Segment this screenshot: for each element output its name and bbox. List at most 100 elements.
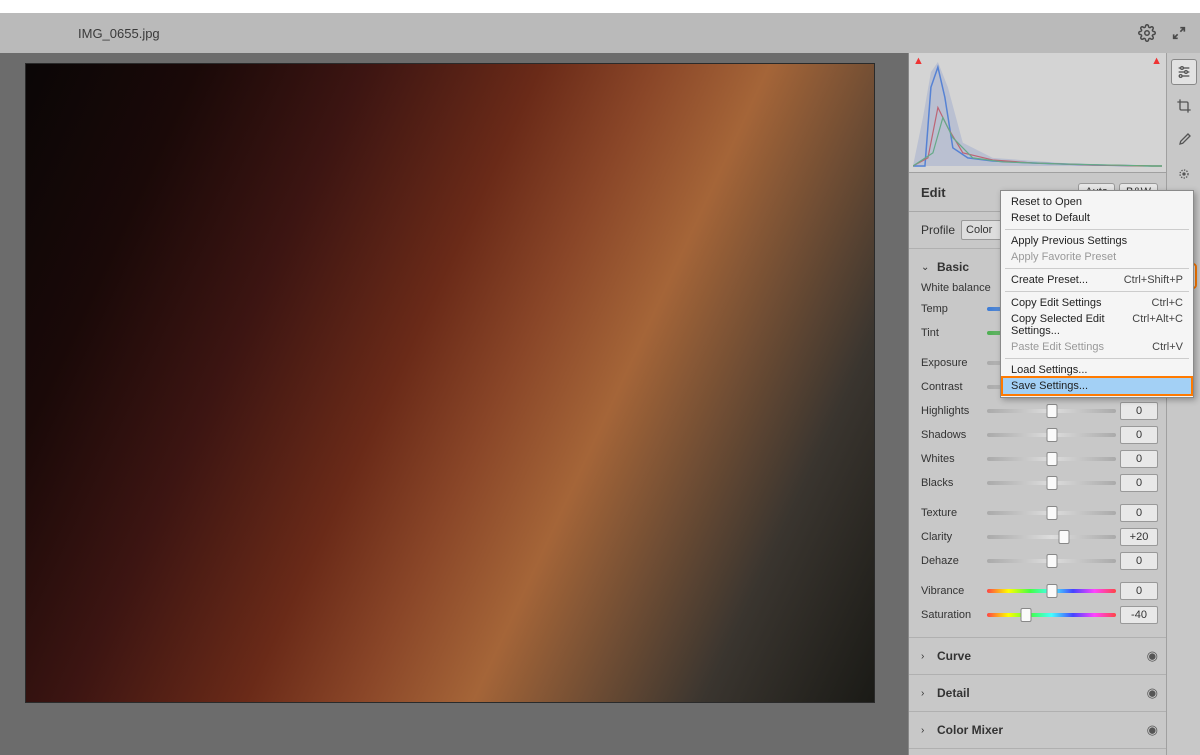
slider-row-whites: Whites 0: [921, 447, 1158, 471]
slider-row-saturation: Saturation -40: [921, 603, 1158, 627]
slider-thumb[interactable]: [1059, 530, 1070, 544]
menu-item-shortcut: Ctrl+C: [1152, 297, 1183, 309]
slider-label: Contrast: [921, 381, 983, 393]
slider-track[interactable]: [987, 481, 1116, 485]
highlight-clip-icon[interactable]: ▲: [1151, 55, 1162, 67]
toolstrip: [1166, 53, 1200, 755]
slider-thumb[interactable]: [1046, 404, 1057, 418]
slider-track[interactable]: [987, 535, 1116, 539]
menu-separator: [1005, 291, 1189, 292]
slider-value[interactable]: 0: [1120, 582, 1158, 600]
profile-label: Profile: [921, 223, 955, 237]
expand-icon[interactable]: [1166, 20, 1192, 46]
slider-value[interactable]: -40: [1120, 606, 1158, 624]
section-head[interactable]: ›Detail◉: [921, 681, 1158, 705]
slider-value[interactable]: 0: [1120, 450, 1158, 468]
section-head[interactable]: › Color Mixer◉: [921, 718, 1158, 742]
slider-row-shadows: Shadows 0: [921, 423, 1158, 447]
slider-track[interactable]: [987, 511, 1116, 515]
eyedropper-icon[interactable]: [1171, 127, 1197, 153]
menu-item-shortcut: Ctrl+Alt+C: [1132, 313, 1183, 337]
section-detail: ›Detail◉: [909, 675, 1166, 712]
slider-value[interactable]: 0: [1120, 474, 1158, 492]
slider-label: Whites: [921, 453, 983, 465]
section-head[interactable]: ›Curve◉: [921, 644, 1158, 668]
slider-label: Saturation: [921, 609, 983, 621]
histogram[interactable]: ▲ ▲: [909, 53, 1166, 173]
menu-item-label: Copy Edit Settings: [1011, 297, 1102, 309]
menu-item-label: Apply Favorite Preset: [1011, 251, 1116, 263]
slider-value[interactable]: 0: [1120, 552, 1158, 570]
slider-row-clarity: Clarity +20: [921, 525, 1158, 549]
window-top-strip: [0, 0, 1200, 13]
edit-panel: ▲ ▲ Edit Auto B&W Profile Color ▾: [908, 53, 1166, 755]
slider-label: Dehaze: [921, 555, 983, 567]
header-bar: IMG_0655.jpg: [0, 13, 1200, 53]
menu-item-paste-edit-settings: Paste Edit SettingsCtrl+V: [1001, 339, 1193, 355]
slider-thumb[interactable]: [1046, 476, 1057, 490]
section-curve: ›Curve◉: [909, 638, 1166, 675]
slider-track[interactable]: [987, 613, 1116, 617]
menu-item-label: Create Preset...: [1011, 274, 1088, 286]
crop-icon[interactable]: [1171, 93, 1197, 119]
menu-item-label: Save Settings...: [1011, 380, 1088, 392]
slider-thumb[interactable]: [1046, 584, 1057, 598]
slider-label: Texture: [921, 507, 983, 519]
slider-value[interactable]: 0: [1120, 426, 1158, 444]
menu-item-save-settings[interactable]: Save Settings...: [1001, 376, 1193, 396]
edit-settings-menu: Reset to Open Reset to Default Apply Previ…: [1000, 190, 1194, 398]
menu-item-label: Apply Previous Settings: [1011, 235, 1127, 247]
menu-item-copy-edit-settings[interactable]: Copy Edit Settings Ctrl+C: [1001, 295, 1193, 311]
slider-label: Temp: [921, 303, 983, 315]
photo-preview[interactable]: [25, 63, 875, 703]
slider-thumb[interactable]: [1046, 428, 1057, 442]
slider-thumb[interactable]: [1020, 608, 1031, 622]
eye-icon[interactable]: ◉: [1147, 648, 1158, 664]
menu-item-create-preset[interactable]: Create Preset...Ctrl+Shift+P: [1001, 272, 1193, 288]
filename-label: IMG_0655.jpg: [78, 26, 160, 41]
section-title: Curve: [937, 649, 1147, 663]
slider-row-highlights: Highlights0: [921, 399, 1158, 423]
slider-label: Vibrance: [921, 585, 983, 597]
slider-value[interactable]: +20: [1120, 528, 1158, 546]
slider-row-blacks: Blacks0: [921, 471, 1158, 495]
eye-icon[interactable]: ◉: [1147, 722, 1158, 738]
slider-value[interactable]: 0: [1120, 402, 1158, 420]
menu-item-reset-to-open[interactable]: Reset to Open: [1001, 194, 1193, 210]
slider-track[interactable]: [987, 559, 1116, 563]
eye-icon[interactable]: ◉: [1147, 685, 1158, 701]
slider-row-vibrance: Vibrance 0: [921, 579, 1158, 603]
slider-track[interactable]: [987, 433, 1116, 437]
section-color-mixer: › Color Mixer◉: [909, 712, 1166, 749]
slider-thumb[interactable]: [1046, 554, 1057, 568]
slider-thumb[interactable]: [1046, 506, 1057, 520]
slider-track[interactable]: [987, 589, 1116, 593]
menu-item-reset-to-default[interactable]: Reset to Default: [1001, 210, 1193, 226]
target-icon[interactable]: [1171, 161, 1197, 187]
sliders-icon[interactable]: [1171, 59, 1197, 85]
chevron-right-icon: ›: [921, 725, 931, 736]
menu-item-label: Paste Edit Settings: [1011, 341, 1104, 353]
chevron-right-icon: ›: [921, 688, 931, 699]
slider-label: Clarity: [921, 531, 983, 543]
slider-track[interactable]: [987, 409, 1116, 413]
menu-item-label: Copy Selected Edit Settings...: [1011, 313, 1132, 337]
menu-item-label: Reset to Default: [1011, 212, 1090, 224]
slider-track[interactable]: [987, 457, 1116, 461]
profile-value: Color: [966, 224, 992, 236]
menu-separator: [1005, 229, 1189, 230]
slider-value[interactable]: 0: [1120, 504, 1158, 522]
menu-item-label: Load Settings...: [1011, 364, 1087, 376]
slider-thumb[interactable]: [1046, 452, 1057, 466]
gear-icon[interactable]: [1134, 20, 1160, 46]
menu-separator: [1005, 358, 1189, 359]
slider-label: Tint: [921, 327, 983, 339]
menu-item-label: Reset to Open: [1011, 196, 1082, 208]
menu-item-apply-favorite-preset: Apply Favorite Preset: [1001, 249, 1193, 265]
section-title: Color Mixer: [937, 723, 1147, 737]
chevron-down-icon: ⌄: [921, 262, 931, 273]
menu-item-copy-selected-edit-settings[interactable]: Copy Selected Edit Settings...Ctrl+Alt+C: [1001, 311, 1193, 339]
slider-label: Shadows: [921, 429, 983, 441]
shadow-clip-icon[interactable]: ▲: [913, 55, 924, 67]
menu-item-apply-previous-settings[interactable]: Apply Previous Settings: [1001, 233, 1193, 249]
